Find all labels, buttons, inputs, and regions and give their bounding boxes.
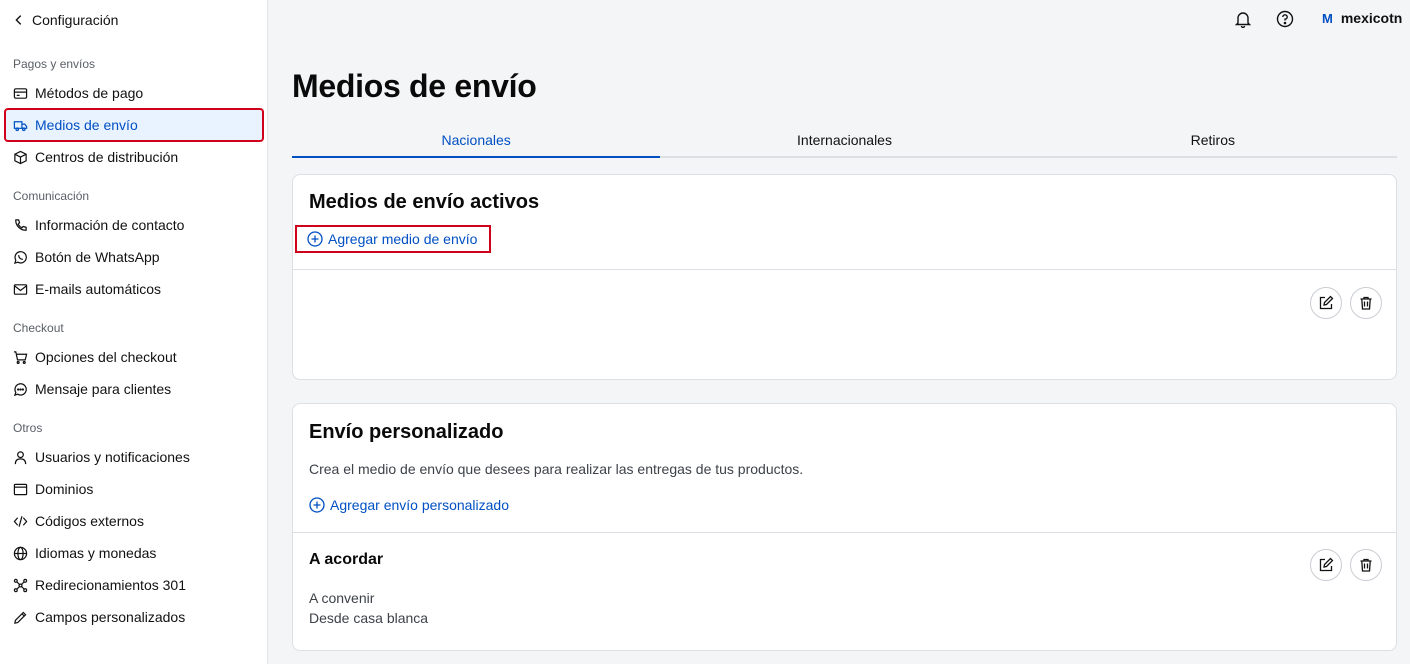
- plus-circle-icon: [307, 231, 323, 247]
- pencil-icon: [12, 609, 28, 625]
- group-label-pagos: Pagos y envíos: [13, 57, 96, 71]
- back-label: Configuración: [32, 12, 119, 28]
- sidebar-item-idiomas-y-monedas[interactable]: Idiomas y monedas: [6, 538, 262, 568]
- active-methods-card: Medios de envío activos Agregar medio de…: [292, 174, 1397, 380]
- card-title: Envío personalizado: [309, 421, 504, 443]
- sidebar-item-label: Medios de envío: [35, 117, 138, 133]
- add-custom-shipping-label: Agregar envío personalizado: [330, 497, 510, 513]
- sidebar-item-label: Opciones del checkout: [35, 349, 177, 365]
- sidebar-item-label: Códigos externos: [35, 513, 144, 529]
- user-icon: [12, 449, 28, 465]
- sidebar-item-medios-de-envio[interactable]: Medios de envío: [4, 108, 264, 142]
- sidebar-item-boton-de-whatsapp[interactable]: Botón de WhatsApp: [6, 242, 262, 272]
- tab-internacionales[interactable]: Internacionales: [660, 124, 1028, 156]
- add-custom-shipping-button[interactable]: Agregar envío personalizado: [309, 497, 509, 513]
- chat-icon: [12, 381, 28, 397]
- redirect-icon: [12, 577, 28, 593]
- chevron-left-icon: [15, 15, 22, 25]
- sidebar-item-label: Métodos de pago: [35, 85, 144, 101]
- help-button[interactable]: [1275, 9, 1295, 29]
- delete-button[interactable]: [1350, 287, 1382, 319]
- sidebar-item-label: Botón de WhatsApp: [35, 249, 160, 265]
- cart-icon: [12, 349, 28, 365]
- user-name: mexicotn: [1340, 10, 1403, 26]
- edit-icon: [1319, 295, 1334, 310]
- browser-icon: [12, 481, 28, 497]
- sidebar-item-label: Dominios: [35, 481, 94, 497]
- sidebar-item-centros-de-distribucion[interactable]: Centros de distribución: [6, 142, 262, 172]
- group-label-comunicacion: Comunicación: [13, 189, 90, 203]
- code-icon: [12, 513, 28, 529]
- tab-nacionales[interactable]: Nacionales: [292, 124, 661, 158]
- edit-icon: [1319, 557, 1334, 572]
- divider: [293, 269, 1396, 270]
- sidebar-item-label: Mensaje para clientes: [35, 381, 172, 397]
- help-icon: [1276, 10, 1294, 28]
- sidebar-item-opciones-del-checkout[interactable]: Opciones del checkout: [6, 342, 262, 372]
- sidebar-item-label: Idiomas y monedas: [35, 545, 157, 561]
- sidebar-item-informacion-de-contacto[interactable]: Información de contacto: [6, 210, 262, 240]
- globe-icon: [12, 545, 28, 561]
- add-shipping-method-label: Agregar medio de envío: [328, 231, 478, 247]
- edit-button[interactable]: [1310, 287, 1342, 319]
- sidebar-item-label: Usuarios y notificaciones: [35, 449, 190, 465]
- sidebar-item-label: E-mails automáticos: [35, 281, 162, 297]
- divider: [293, 532, 1396, 533]
- phone-icon: [12, 217, 28, 233]
- sidebar-item-codigos-externos[interactable]: Códigos externos: [6, 506, 262, 536]
- mail-icon: [12, 281, 28, 297]
- shipping-item-line: A convenir: [309, 590, 375, 606]
- sidebar-item-metodos-de-pago[interactable]: Métodos de pago: [6, 78, 262, 108]
- sidebar-item-campos-personalizados[interactable]: Campos personalizados: [6, 602, 262, 632]
- edit-button[interactable]: [1310, 549, 1342, 581]
- sidebar-item-emails-automaticos[interactable]: E-mails automáticos: [6, 274, 262, 304]
- page-title: Medios de envío: [292, 68, 537, 104]
- group-label-otros: Otros: [13, 421, 43, 435]
- user-menu[interactable]: M mexicotn: [1322, 10, 1402, 26]
- shipping-item-line: Desde casa blanca: [309, 610, 429, 626]
- trash-icon: [1360, 296, 1372, 310]
- tab-retiros[interactable]: Retiros: [1029, 124, 1397, 156]
- notifications-button[interactable]: [1233, 9, 1253, 29]
- sidebar-item-usuarios-y-notificaciones[interactable]: Usuarios y notificaciones: [6, 442, 262, 472]
- whatsapp-icon: [12, 249, 28, 265]
- bell-icon: [1234, 12, 1252, 28]
- sidebar-item-label: Redirecionamientos 301: [35, 577, 186, 593]
- sidebar-item-redirecionamientos-301[interactable]: Redirecionamientos 301: [6, 570, 262, 600]
- plus-circle-icon: [309, 497, 325, 513]
- trash-icon: [1360, 558, 1372, 572]
- sidebar-item-dominios[interactable]: Dominios: [6, 474, 262, 504]
- back-button[interactable]: Configuración: [12, 10, 118, 30]
- box-icon: [12, 149, 28, 165]
- sidebar-item-mensaje-para-clientes[interactable]: Mensaje para clientes: [6, 374, 262, 404]
- delete-button[interactable]: [1350, 549, 1382, 581]
- tabs: Nacionales Internacionales Retiros: [292, 124, 1397, 158]
- sidebar-item-label: Centros de distribución: [35, 149, 179, 165]
- group-label-checkout: Checkout: [13, 321, 64, 335]
- credit-card-icon: [12, 85, 28, 101]
- shipping-item-title: A acordar: [309, 551, 384, 568]
- card-title: Medios de envío activos: [309, 191, 540, 213]
- sidebar-item-label: Campos personalizados: [35, 609, 186, 625]
- avatar: M: [1322, 10, 1333, 26]
- sidebar: Configuración Pagos y envíos Métodos de …: [0, 0, 268, 664]
- custom-shipping-card: Envío personalizado Crea el medio de env…: [292, 403, 1397, 651]
- card-description: Crea el medio de envío que desees para r…: [309, 461, 804, 477]
- truck-icon: [12, 117, 28, 133]
- sidebar-item-label: Información de contacto: [35, 217, 185, 233]
- add-shipping-method-button[interactable]: Agregar medio de envío: [294, 225, 492, 253]
